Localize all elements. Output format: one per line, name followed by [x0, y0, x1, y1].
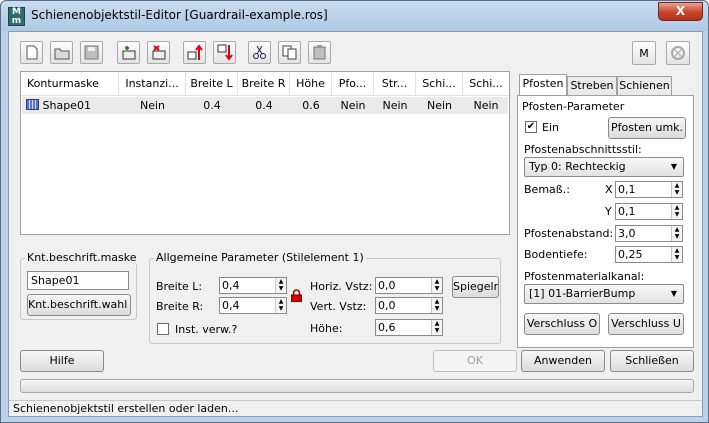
switch-posts-button[interactable]: Pfosten umk. [608, 117, 686, 139]
apply-button[interactable]: Anwenden [521, 350, 605, 372]
shape-label-pick-button[interactable]: Knt.beschrift.wahl > [27, 294, 131, 316]
column-header-konturmaske[interactable]: Konturmaske [21, 72, 119, 96]
paste-icon[interactable] [308, 41, 331, 64]
column-header-instance[interactable]: Instanzi... [119, 72, 186, 96]
shape-label-group-title: Knt.beschrift.maske [25, 251, 139, 264]
height-label: Höhe: [310, 322, 343, 335]
profile-list[interactable]: Konturmaske Instanzi... Breite L Breite … [20, 71, 510, 235]
grid-icon [26, 99, 39, 110]
post-style-dropdown[interactable]: Typ 0: Rechteckig ▼ [524, 157, 684, 177]
width-l-label: Breite L: [156, 280, 203, 293]
table-cell: Nein [382, 99, 408, 112]
cut-icon[interactable] [248, 41, 271, 64]
material-channel-label: Pfostenmaterialkanal: [524, 270, 645, 283]
m-button[interactable]: M [632, 41, 656, 65]
height-spinner[interactable]: 0,6 ▲ ▼ [375, 319, 443, 336]
help-button[interactable]: Hilfe [20, 350, 104, 372]
column-header-rails-1[interactable]: Schi... [416, 72, 463, 96]
ok-button[interactable]: OK [433, 350, 517, 372]
title-bar: Mm Schienenobjektstil-Editor [Guardrail-… [1, 1, 708, 31]
table-cell: Nein [340, 99, 366, 112]
table-cell-shape: Shape01 [26, 97, 119, 114]
tab-struts[interactable]: Streben [567, 76, 617, 96]
status-text: Schienenobjektstil erstellen oder laden.… [13, 402, 239, 415]
delete-layer-icon[interactable] [147, 41, 170, 64]
column-header-posts[interactable]: Pfo... [332, 72, 374, 96]
dim-y-spinner[interactable]: 0,1 ▲ ▼ [615, 203, 683, 220]
new-file-icon[interactable] [20, 41, 43, 64]
open-folder-icon[interactable] [50, 41, 73, 64]
dimension-label: Bemaß.: [524, 183, 570, 196]
width-l-spinner[interactable]: 0,4 ▲ ▼ [219, 277, 287, 294]
post-style-label: Pfostenabschnittsstil: [524, 143, 642, 156]
posts-enabled-label: Ein [542, 121, 559, 134]
width-r-spinner[interactable]: 0,4 ▲ ▼ [219, 297, 287, 314]
dim-x-label: X [605, 183, 613, 196]
horiz-offset-label: Horiz. Vstz: [310, 280, 373, 293]
settings-icon[interactable] [666, 41, 690, 65]
table-cell: 0.6 [302, 99, 320, 112]
shape-label-input[interactable]: Shape01 [27, 271, 129, 290]
table-cell: Nein [139, 99, 166, 112]
dim-y-label: Y [605, 205, 612, 218]
cap-top-button[interactable]: Verschluss O [524, 313, 600, 335]
vert-offset-label: Vert. Vstz: [310, 300, 367, 313]
copy-icon[interactable] [278, 41, 301, 64]
move-down-icon[interactable] [213, 41, 236, 64]
table-cell: Nein [426, 99, 453, 112]
table-cell: Nein [473, 99, 499, 112]
ground-depth-spinner[interactable]: 0,25 ▲ ▼ [615, 246, 683, 263]
column-header-height[interactable]: Höhe [290, 72, 332, 96]
width-r-label: Breite R: [156, 300, 204, 313]
instance-label: Inst. verw.? [175, 323, 238, 336]
mirror-button[interactable]: Spiegeln [452, 276, 499, 298]
progress-bar [20, 379, 694, 393]
cap-bottom-button[interactable]: Verschluss U [608, 313, 684, 335]
material-channel-dropdown[interactable]: [1] 01-BarrierBump ▼ [524, 284, 684, 304]
dim-x-spinner[interactable]: 0,1 ▲ ▼ [615, 181, 683, 198]
close-button[interactable]: Schließen [610, 350, 694, 372]
posts-panel: Pfosten-Parameter ✔ Ein Pfosten umk. Pfo… [517, 95, 694, 348]
vert-offset-spinner[interactable]: 0,0 ▲ ▼ [375, 297, 443, 314]
add-layer-icon[interactable] [117, 41, 140, 64]
save-icon[interactable] [80, 41, 103, 64]
table-cell: 0.4 [203, 99, 221, 112]
close-window-button[interactable]: X [658, 2, 703, 21]
post-spacing-spinner[interactable]: 3,0 ▲ ▼ [615, 225, 683, 242]
posts-enabled-checkbox[interactable]: ✔ [525, 121, 537, 133]
column-header-width-r[interactable]: Breite R [238, 72, 290, 96]
window-title: Schienenobjektstil-Editor [Guardrail-exa… [31, 8, 328, 22]
lock-icon[interactable] [291, 289, 302, 302]
posts-section-title: Pfosten-Parameter [522, 100, 625, 113]
general-params-title: Allgemeine Parameter (Stilelement 1) [154, 251, 366, 264]
horiz-offset-spinner[interactable]: 0,0 ▲ ▼ [375, 277, 443, 294]
post-spacing-label: Pfostenabstand: [524, 227, 614, 240]
app-icon: Mm [8, 7, 25, 26]
tab-rails[interactable]: Schienen [617, 76, 672, 96]
tab-posts[interactable]: Pfosten [519, 74, 567, 96]
move-up-icon[interactable] [183, 41, 206, 64]
column-header-struts[interactable]: Str... [374, 72, 416, 96]
dialog-client: M Konturmaske Instanzi... Breite L Breit… [8, 31, 703, 417]
column-header-rails-2[interactable]: Schi... [463, 72, 509, 96]
ground-depth-label: Bodentiefe: [524, 248, 588, 261]
instance-checkbox[interactable] [157, 323, 169, 335]
table-cell: 0.4 [255, 99, 273, 112]
editor-window: Mm Schienenobjektstil-Editor [Guardrail-… [0, 0, 709, 423]
status-bar: Schienenobjektstil erstellen oder laden.… [9, 400, 702, 416]
column-header-width-l[interactable]: Breite L [186, 72, 238, 96]
